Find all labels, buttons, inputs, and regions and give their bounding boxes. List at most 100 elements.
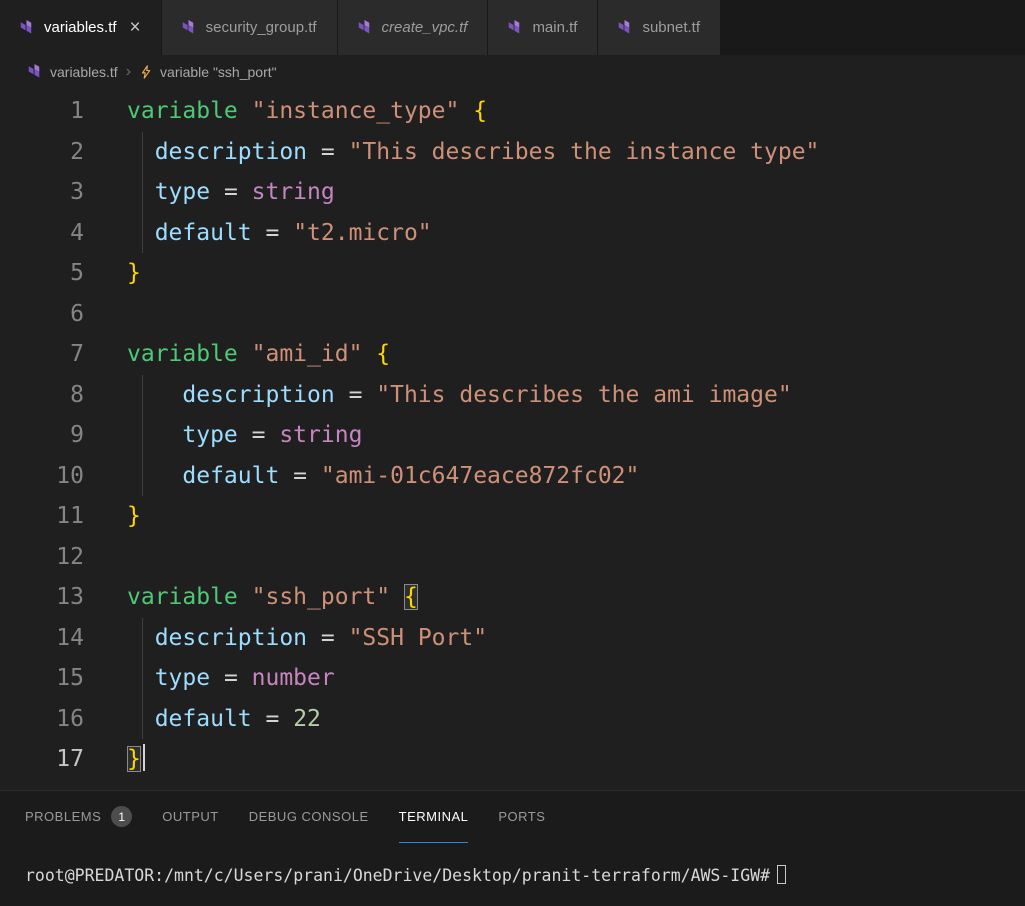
tab-variables.tf[interactable]: variables.tf ×	[0, 0, 161, 55]
tab-label: security_group.tf	[205, 19, 317, 36]
indent-guide	[142, 658, 143, 699]
terraform-icon	[618, 20, 633, 35]
terraform-icon	[182, 20, 197, 35]
terminal-cursor	[777, 865, 787, 884]
code-line[interactable]: 4 default = "t2.micro"	[0, 212, 1025, 254]
line-number[interactable]: 4	[0, 213, 84, 254]
text-cursor	[142, 744, 145, 771]
panel-tab-label: TERMINAL	[398, 809, 469, 824]
panel-tab-label: PORTS	[498, 809, 546, 824]
code-content: default = 22	[154, 705, 321, 732]
terraform-icon	[508, 20, 523, 35]
code-content: default = "t2.micro"	[154, 219, 432, 246]
code-content: type = string	[182, 422, 363, 448]
code-line[interactable]: 1 variable "instance_type" {	[0, 91, 1025, 132]
close-icon[interactable]: ×	[130, 18, 141, 37]
indent-guide	[142, 131, 143, 172]
code-editor[interactable]: 1 variable "instance_type" { 2 description…	[0, 88, 1025, 790]
line-number[interactable]: 2	[0, 132, 84, 173]
indent-guide	[142, 212, 143, 253]
tab-security_group.tf[interactable]: security_group.tf	[161, 0, 337, 55]
code-line[interactable]: 5}	[0, 253, 1025, 294]
indent-guide	[142, 698, 143, 739]
vscode-window: variables.tf × security_group.tf create_vpc…	[0, 0, 1025, 906]
panel-tab-label: DEBUG CONSOLE	[248, 809, 369, 824]
indent-guide	[142, 172, 143, 213]
code-content: variable "ssh_port" {	[127, 584, 418, 610]
terminal[interactable]: root@PREDATOR:/mnt/c/Users/prani/OneDriv…	[0, 843, 1025, 885]
symbol-event-icon	[139, 64, 153, 80]
panel-tab-output[interactable]: OUTPUT	[162, 791, 218, 843]
line-number[interactable]: 10	[0, 456, 84, 497]
code-line[interactable]: 15 type = number	[0, 658, 1025, 699]
line-number[interactable]: 9	[0, 415, 84, 456]
code-line[interactable]: 14 description = "SSH Port"	[0, 617, 1025, 659]
tab-main.tf[interactable]: main.tf	[488, 0, 598, 55]
code-line[interactable]: 3 type = string	[0, 172, 1025, 213]
code-line[interactable]: 2 description = "This describes the inst…	[0, 131, 1025, 173]
panel-tab-problems[interactable]: PROBLEMS 1	[25, 791, 133, 843]
code-line[interactable]: 16 default = 22	[0, 698, 1025, 740]
indent-guide	[142, 455, 143, 496]
line-number[interactable]: 1	[0, 91, 84, 132]
terraform-icon	[20, 20, 35, 35]
indent-guide	[142, 415, 143, 456]
code-content: default = "ami-01c647eace872fc02"	[182, 462, 640, 489]
terraform-icon	[28, 64, 43, 79]
code-content: }	[127, 739, 145, 780]
tab-label: variables.tf	[44, 19, 117, 36]
line-number[interactable]: 15	[0, 658, 84, 699]
line-number[interactable]: 12	[0, 537, 84, 578]
line-number[interactable]: 6	[0, 294, 84, 335]
panel-tab-terminal[interactable]: TERMINAL	[398, 791, 469, 843]
code-content: type = string	[154, 179, 335, 205]
code-line[interactable]: 12	[0, 537, 1025, 578]
code-content: }	[127, 503, 141, 529]
line-number[interactable]: 7	[0, 334, 84, 375]
code-content: description = "This describes the ami im…	[182, 381, 792, 408]
tab-subnet.tf[interactable]: subnet.tf	[598, 0, 720, 55]
line-number[interactable]: 16	[0, 699, 84, 740]
code-line[interactable]: 9 type = string	[0, 415, 1025, 456]
breadcrumb: variables.tf › variable "ssh_port"	[0, 55, 1025, 88]
bottom-panel: PROBLEMS 1 OUTPUT DEBUG CONSOLE TERMINAL PORT…	[0, 790, 1025, 906]
code-line[interactable]: 10 default = "ami-01c647eace872fc02"	[0, 455, 1025, 497]
code-line[interactable]: 13 variable "ssh_port" {	[0, 577, 1025, 618]
code-content: description = "This describes the instan…	[154, 138, 820, 165]
code-line[interactable]: 6	[0, 294, 1025, 335]
line-number[interactable]: 5	[0, 253, 84, 294]
indent-guide	[142, 374, 143, 415]
tab-label: create_vpc.tf	[381, 19, 468, 36]
code-line[interactable]: 17}	[0, 739, 1025, 780]
code-content: variable "instance_type" {	[127, 98, 488, 124]
panel-tab-ports[interactable]: PORTS	[498, 791, 545, 843]
line-number[interactable]: 8	[0, 375, 84, 416]
line-number[interactable]: 14	[0, 618, 84, 659]
problems-count-badge: 1	[111, 806, 133, 827]
breadcrumb-symbol[interactable]: variable "ssh_port"	[160, 64, 277, 80]
tab-create_vpc.tf[interactable]: create_vpc.tf	[337, 0, 488, 55]
tab-label: main.tf	[532, 19, 578, 36]
line-number[interactable]: 3	[0, 172, 84, 213]
breadcrumb-file[interactable]: variables.tf	[50, 64, 118, 80]
code-content: description = "SSH Port"	[154, 624, 488, 651]
terminal-prompt: root@PREDATOR:/mnt/c/Users/prani/OneDriv…	[25, 866, 771, 885]
chevron-right-icon: ›	[125, 62, 132, 80]
tab-label: subnet.tf	[642, 19, 700, 36]
code-content: type = number	[154, 665, 335, 691]
line-number[interactable]: 13	[0, 577, 84, 618]
editor-tab-bar: variables.tf × security_group.tf create_vpc…	[0, 0, 1025, 55]
code-content: variable "ami_id" {	[127, 341, 391, 367]
line-number[interactable]: 11	[0, 496, 84, 537]
panel-tab-label: OUTPUT	[162, 809, 219, 824]
code-line[interactable]: 8 description = "This describes the ami …	[0, 374, 1025, 416]
panel-tab-bar: PROBLEMS 1 OUTPUT DEBUG CONSOLE TERMINAL PORT…	[0, 791, 1025, 843]
terraform-icon	[358, 20, 373, 35]
line-number[interactable]: 17	[0, 739, 84, 780]
indent-guide	[142, 617, 143, 658]
code-line[interactable]: 11}	[0, 496, 1025, 537]
panel-tab-debug-console[interactable]: DEBUG CONSOLE	[249, 791, 369, 843]
code-content: }	[127, 260, 141, 286]
panel-tab-label: PROBLEMS	[25, 809, 102, 824]
code-line[interactable]: 7 variable "ami_id" {	[0, 334, 1025, 375]
